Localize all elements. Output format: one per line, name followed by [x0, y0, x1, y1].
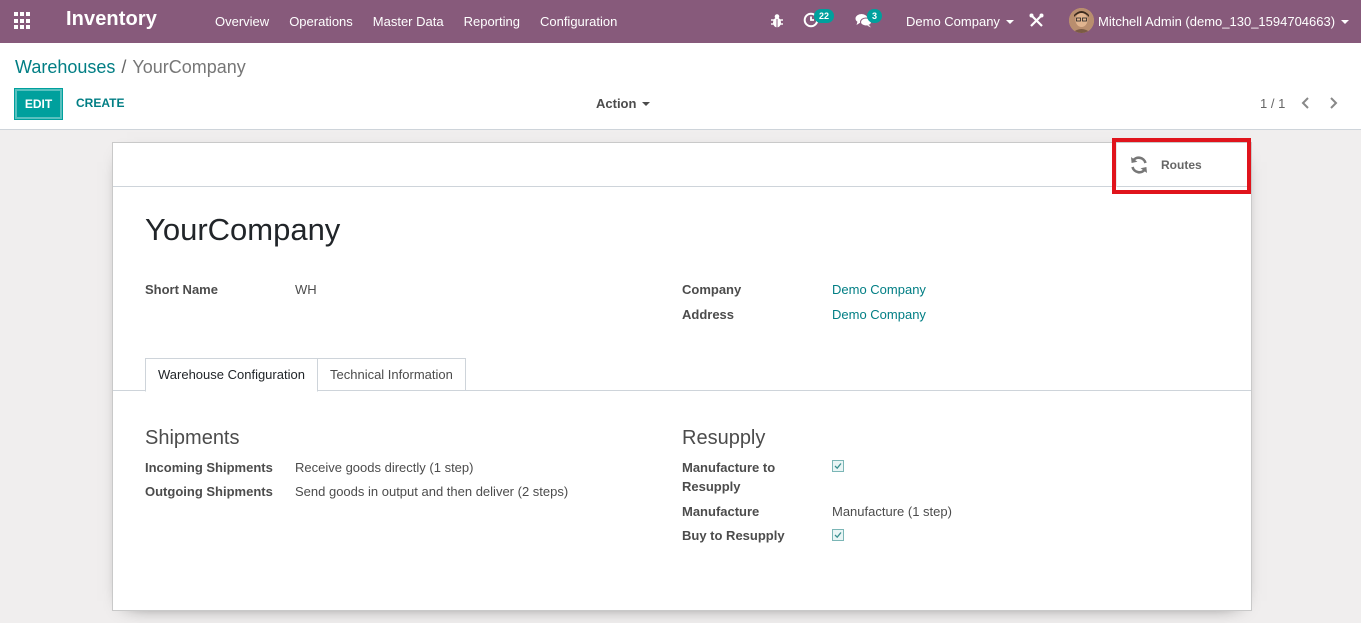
outgoing-shipments-value: Send goods in output and then deliver (2…	[295, 484, 569, 499]
user-menu[interactable]: Mitchell Admin (demo_130_1594704663)	[1098, 0, 1350, 43]
checkmark-icon	[834, 463, 842, 470]
top-navbar: Inventory Overview Operations Master Dat…	[0, 0, 1361, 43]
menu-overview[interactable]: Overview	[205, 0, 279, 43]
short-name-value: WH	[295, 282, 317, 297]
routes-label: Routes	[1161, 158, 1202, 172]
manufacture-to-resupply-label-line1: Manufacture to	[682, 460, 776, 475]
chevron-right-icon[interactable]	[1326, 96, 1340, 110]
incoming-shipments-label: Incoming Shipments	[145, 460, 273, 475]
bug-icon[interactable]	[770, 13, 784, 29]
short-name-label: Short Name	[145, 282, 218, 297]
warehouse-name: YourCompany	[145, 212, 341, 247]
debug-tools-icon[interactable]	[1029, 13, 1044, 28]
company-label: Company	[682, 282, 742, 297]
company-link[interactable]: Demo Company	[832, 282, 926, 297]
manufacture-label: Manufacture	[682, 504, 760, 519]
menu-master-data[interactable]: Master Data	[363, 0, 454, 43]
menu-reporting[interactable]: Reporting	[454, 0, 530, 43]
action-dropdown[interactable]: Action	[596, 96, 651, 111]
message-count-badge: 3	[867, 9, 883, 23]
company-switcher[interactable]: Demo Company	[906, 0, 1014, 43]
address-label: Address	[682, 307, 735, 322]
incoming-shipments-value: Receive goods directly (1 step)	[295, 460, 474, 475]
outgoing-shipments-label: Outgoing Shipments	[145, 484, 273, 499]
pager-value[interactable]: 1 / 1	[1260, 96, 1285, 111]
user-avatar[interactable]	[1069, 8, 1094, 33]
chevron-down-icon	[642, 101, 651, 106]
control-panel: Warehouses / YourCompany EDIT CREATE Actio…	[0, 43, 1361, 130]
form-sheet: Routes YourCompany Short Name WH Company…	[112, 142, 1252, 611]
notebook-tabs: Warehouse Configuration Technical Inform…	[113, 358, 1251, 392]
app-title[interactable]: Inventory	[66, 8, 157, 31]
manufacture-to-resupply-label-line2: Resupply	[682, 479, 741, 494]
resupply-title: Resupply	[682, 427, 766, 449]
activity-count-badge: 22	[814, 9, 835, 23]
checkmark-icon	[834, 532, 842, 539]
address-link[interactable]: Demo Company	[832, 307, 926, 322]
edit-button[interactable]: EDIT	[14, 88, 63, 120]
chevron-down-icon	[1341, 19, 1350, 24]
menu-operations[interactable]: Operations	[279, 0, 363, 43]
chevron-left-icon[interactable]	[1299, 96, 1313, 110]
tab-warehouse-configuration[interactable]: Warehouse Configuration	[145, 358, 318, 392]
breadcrumb-separator: /	[121, 57, 127, 77]
routes-button[interactable]: Routes	[1116, 143, 1249, 187]
buy-to-resupply-checkbox[interactable]	[832, 529, 844, 541]
main-menu: Overview Operations Master Data Reportin…	[205, 0, 627, 43]
action-label: Action	[596, 96, 637, 111]
company-name: Demo Company	[906, 14, 1000, 29]
tab-technical-information[interactable]: Technical Information	[317, 358, 466, 391]
manufacture-to-resupply-checkbox[interactable]	[832, 460, 844, 472]
create-button[interactable]: CREATE	[76, 96, 124, 110]
breadcrumb-warehouses[interactable]: Warehouses	[15, 57, 115, 77]
manufacture-value: Manufacture (1 step)	[832, 504, 952, 519]
shipments-title: Shipments	[145, 427, 240, 449]
menu-configuration[interactable]: Configuration	[530, 0, 627, 43]
user-name: Mitchell Admin (demo_130_1594704663)	[1098, 14, 1336, 29]
breadcrumb: Warehouses / YourCompany	[15, 57, 246, 78]
smart-button-box: Routes	[113, 143, 1251, 187]
apps-menu-icon[interactable]	[14, 12, 32, 30]
buy-to-resupply-label: Buy to Resupply	[682, 528, 785, 543]
refresh-icon	[1131, 156, 1147, 174]
chevron-down-icon	[1005, 19, 1014, 24]
breadcrumb-current: YourCompany	[132, 57, 246, 77]
